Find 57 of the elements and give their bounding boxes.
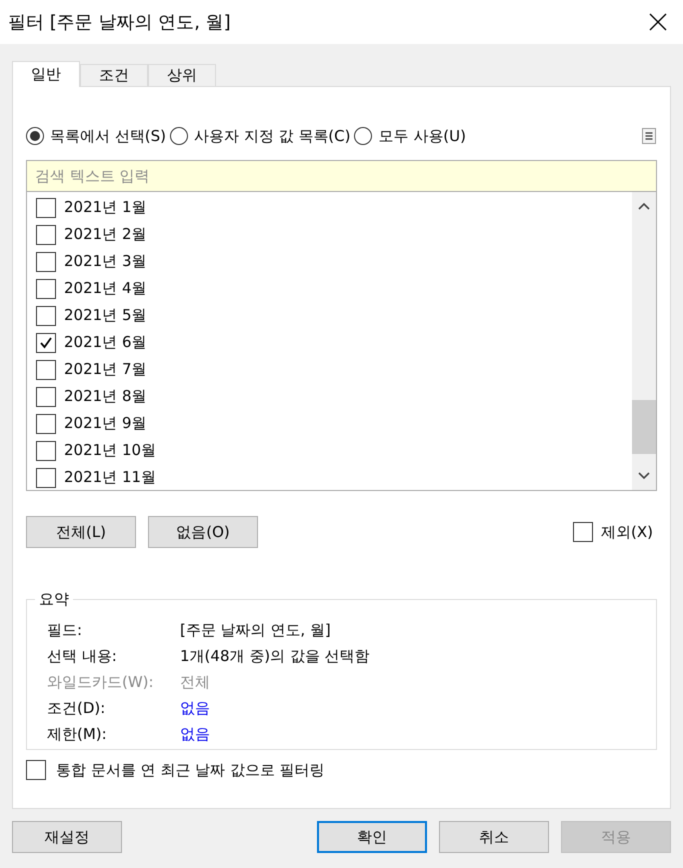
checkbox-label[interactable]: 통합 문서를 연 최근 날짜 값으로 필터링 (56, 760, 325, 780)
scroll-thumb[interactable] (632, 400, 656, 454)
check-icon (39, 336, 53, 350)
summary-label: 제한(M): (47, 724, 108, 744)
summary-label: 선택 내용: (47, 646, 118, 666)
list-button[interactable]: 없음(O) (148, 516, 258, 548)
summary-value: 1개(48개 중)의 값을 선택함 (180, 646, 371, 666)
summary-title: 요약 (38, 590, 70, 609)
list-item-label[interactable]: 2021년 2월 (64, 225, 146, 244)
exclude-checkbox[interactable] (573, 522, 594, 542)
checkbox[interactable] (36, 332, 56, 352)
dialog-button[interactable]: 확인 (317, 821, 427, 853)
list-item-label[interactable]: 2021년 5월 (64, 306, 146, 325)
dialog-button[interactable]: 취소 (439, 821, 549, 853)
list-item-label[interactable]: 2021년 8월 (64, 387, 146, 406)
menu-icon[interactable] (642, 128, 656, 144)
summary-value: [주문 날짜의 연도, 월] (180, 620, 332, 640)
list-item-label[interactable]: 2021년 1월 (64, 198, 146, 217)
scroll-up-icon[interactable] (638, 202, 650, 210)
checkbox[interactable] (36, 386, 56, 406)
checkbox[interactable] (36, 440, 56, 460)
checkbox[interactable] (36, 278, 56, 298)
reset-button[interactable]: 재설정 (12, 821, 122, 853)
list-item-label[interactable]: 2021년 9월 (64, 414, 146, 433)
tab[interactable]: 일반 (12, 61, 80, 87)
search-field[interactable]: 검색 텍스트 입력 (26, 160, 657, 192)
checkbox[interactable] (36, 252, 56, 272)
radio-option[interactable]: 목록에서 선택(S) (26, 126, 166, 146)
checkbox[interactable] (36, 468, 56, 488)
summary-link[interactable]: 없음 (180, 698, 642, 718)
exclude-label[interactable]: 제외(X) (601, 522, 653, 542)
summary-label: 조건(D): (47, 698, 106, 718)
list-item-label[interactable]: 2021년 3월 (64, 252, 146, 271)
list-item-label[interactable]: 2021년 10월 (64, 441, 156, 460)
list-button[interactable]: 전체(L) (26, 516, 136, 548)
list-item-label[interactable]: 2021년 11월 (64, 468, 156, 487)
checkbox[interactable] (36, 306, 56, 326)
summary-label: 필드: (47, 620, 84, 640)
summary-link[interactable]: 없음 (180, 724, 642, 744)
checkbox[interactable] (36, 198, 56, 218)
list-item-label[interactable]: 2021년 4월 (64, 279, 146, 298)
list-item-label[interactable]: 2021년 6월 (64, 333, 146, 352)
tab[interactable]: 상위 (148, 64, 216, 86)
checkbox[interactable] (36, 224, 56, 244)
window-title: 필터 [주문 날짜의 연도, 월] (8, 11, 231, 34)
checkbox[interactable] (36, 360, 56, 380)
radio-option[interactable]: 모두 사용(U) (354, 126, 466, 146)
checkbox[interactable] (26, 760, 46, 780)
scrollbar[interactable] (632, 192, 656, 490)
summary-label: 와일드카드(W): (47, 672, 155, 692)
summary-value: 전체 (180, 672, 211, 692)
close-icon[interactable] (649, 13, 667, 31)
scroll-down-icon[interactable] (638, 472, 650, 480)
tab[interactable]: 조건 (80, 64, 148, 86)
checkbox[interactable] (36, 414, 56, 434)
list-item-label[interactable]: 2021년 7월 (64, 360, 146, 379)
radio-option[interactable]: 사용자 지정 값 목록(C) (170, 126, 350, 146)
